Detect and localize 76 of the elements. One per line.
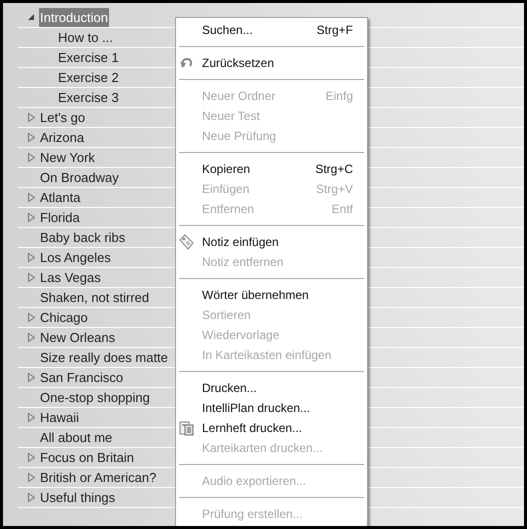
menu-item-label: Wiedervorlage [202, 327, 280, 344]
expand-arrow-icon[interactable] [28, 413, 35, 422]
menu-item-label: Einfügen [202, 181, 250, 198]
tree-item[interactable]: All about me [39, 428, 114, 447]
expand-arrow-icon[interactable] [28, 473, 35, 482]
menu-item-label: Neuer Test [202, 108, 260, 125]
expand-arrow-icon[interactable] [28, 133, 35, 142]
collapse-arrow-icon[interactable] [28, 14, 35, 21]
tree-item[interactable]: New Orleans [39, 328, 116, 347]
menu-item[interactable]: Wörter übernehmen [176, 285, 367, 305]
tree-item[interactable]: New York [39, 148, 96, 167]
menu-item[interactable]: Kopieren Strg+C [176, 159, 367, 179]
tree-item[interactable]: Arizona [39, 128, 86, 147]
menu-item-label: IntelliPlan drucken... [202, 400, 310, 417]
menu-item-label: Notiz entfernen [202, 254, 284, 271]
expand-arrow-icon[interactable] [28, 213, 35, 222]
tree-item[interactable]: San Francisco [39, 368, 124, 387]
expand-arrow-icon[interactable] [28, 313, 35, 322]
tree-item[interactable]: Exercise 1 [57, 48, 120, 67]
expand-arrow-icon[interactable] [28, 493, 35, 502]
tree-item[interactable]: Baby back ribs [39, 228, 126, 247]
tree-item[interactable]: Focus on Britain [39, 448, 135, 467]
menu-item-label: Drucken... [202, 380, 257, 397]
tree-item[interactable]: Let's go [39, 108, 86, 127]
undo-icon [179, 56, 195, 70]
tree-item[interactable]: Useful things [39, 488, 116, 507]
menu-item[interactable]: Suchen... Strg+F [176, 20, 367, 40]
menu-item-label: Neue Prüfung [202, 128, 276, 145]
expand-arrow-icon[interactable] [28, 153, 35, 162]
tree-item[interactable]: Las Vegas [39, 268, 102, 287]
tree-item[interactable]: How to ... [57, 28, 114, 47]
expand-arrow-icon[interactable] [28, 193, 35, 202]
tree-item[interactable]: Shaken, not stirred [39, 288, 150, 307]
tree-item[interactable]: Introduction [39, 8, 109, 27]
expand-arrow-icon[interactable] [28, 373, 35, 382]
menu-item-label: Audio exportieren... [202, 473, 306, 490]
menu-item-label: Lernheft drucken... [202, 420, 302, 437]
menu-item[interactable]: Drucken... [176, 378, 367, 398]
menu-item-label: Kopieren [202, 161, 250, 178]
menu-item-label: Wörter übernehmen [202, 287, 309, 304]
tag-icon [179, 234, 195, 250]
tree-item[interactable]: Exercise 3 [57, 88, 120, 107]
document-icon [179, 421, 194, 436]
expand-arrow-icon[interactable] [28, 333, 35, 342]
tree-item[interactable]: Hawaii [39, 408, 80, 427]
shortcut-label: Strg+C [315, 161, 353, 178]
tree-item[interactable]: One-stop shopping [39, 388, 151, 407]
shortcut-label: Strg+F [316, 22, 353, 39]
shortcut-label: Einfg [326, 88, 353, 105]
menu-item-label: Zurücksetzen [202, 55, 274, 72]
tree-item[interactable]: Atlanta [39, 188, 82, 207]
tree-item[interactable]: Chicago [39, 308, 89, 327]
menu-item[interactable]: IntelliPlan drucken... [176, 398, 367, 418]
menu-item[interactable]: Lernheft drucken... [176, 418, 367, 438]
tree-item[interactable]: Florida [39, 208, 81, 227]
tree-item[interactable]: British or American? [39, 468, 158, 487]
tree-item[interactable]: Size really does matte [39, 348, 169, 367]
shortcut-label: Entf [332, 201, 353, 218]
expand-arrow-icon[interactable] [28, 253, 35, 262]
menu-item-label: Entfernen [202, 201, 254, 218]
menu-item-label: Neuer Ordner [202, 88, 276, 105]
shortcut-label: Strg+V [316, 181, 353, 198]
menu-item-label: In Karteikasten einfügen [202, 347, 332, 364]
menu-item-label: Suchen... [202, 22, 253, 39]
tree-item[interactable]: Los Angeles [39, 248, 112, 267]
menu-item-label: Prüfung erstellen... [202, 506, 303, 523]
menu-item[interactable]: Zurücksetzen [176, 53, 367, 73]
tree-item[interactable]: On Broadway [39, 168, 120, 187]
menu-item[interactable]: Notiz einfügen [176, 232, 367, 252]
tree-item[interactable]: Exercise 2 [57, 68, 120, 87]
menu-item-label: Sortieren [202, 307, 251, 324]
menu-item-label: Karteikarten drucken... [202, 440, 323, 457]
menu-item-label: Notiz einfügen [202, 234, 279, 251]
expand-arrow-icon[interactable] [28, 113, 35, 122]
expand-arrow-icon[interactable] [28, 453, 35, 462]
expand-arrow-icon[interactable] [28, 273, 35, 282]
